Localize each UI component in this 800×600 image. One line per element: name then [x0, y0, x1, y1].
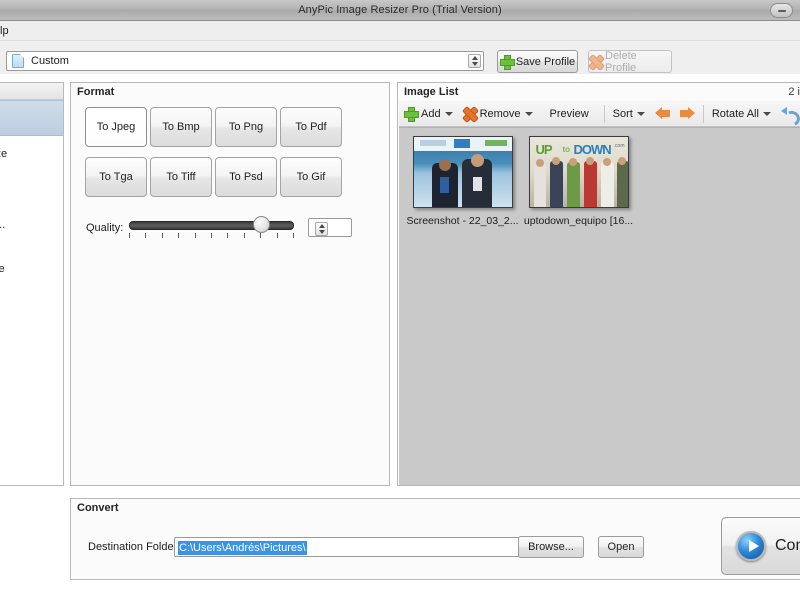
convert-panel: Convert Destination Folder: C:\Users\And… [70, 498, 800, 580]
preview-button[interactable]: Preview [538, 101, 601, 127]
thumbnail-caption: Screenshot - 22_03_2... [406, 215, 519, 227]
quality-spinner[interactable] [315, 222, 328, 236]
rotate-all-label: Rotate All [711, 107, 759, 120]
toolbar-separator [702, 104, 704, 123]
image-count-label: 2 i [788, 86, 800, 98]
minimize-button[interactable] [770, 3, 793, 18]
format-button-jpeg[interactable]: To Jpeg [85, 107, 147, 147]
sidebar-item-sharpness[interactable]: ness: None [0, 261, 63, 278]
thumbnail-art [413, 137, 512, 207]
profile-combo-value: Custom [31, 55, 69, 67]
sidebar-selected-group[interactable]: ts eg [0, 100, 63, 136]
sidebar-item-original-size[interactable]: original size [0, 146, 63, 163]
thumbnail-image[interactable] [412, 136, 513, 208]
sidebar-section-effect-options: tions [0, 244, 63, 261]
settings-sidebar: Common ts eg original size mark e nal Na… [0, 82, 64, 486]
orange-x-icon [589, 55, 602, 68]
format-button-tga[interactable]: To Tga [85, 157, 147, 197]
arrow-right-icon [679, 107, 695, 120]
sidebar-header: Common [0, 83, 63, 100]
chevron-down-icon[interactable] [444, 111, 453, 116]
list-item[interactable]: Screenshot - 22_03_2... [405, 136, 520, 227]
destination-folder-label: Destination Folder: [88, 541, 181, 553]
thumbnail-image[interactable]: UP to DOWN .com [528, 136, 629, 208]
profile-combo-spinner[interactable] [468, 54, 481, 68]
format-button-png[interactable]: To Png [215, 107, 277, 147]
format-button-psd[interactable]: To Psd [215, 157, 277, 197]
document-icon [12, 54, 24, 68]
format-panel-title: Format [77, 86, 115, 98]
app-window: AnyPic Image Resizer Pro (Trial Version)… [0, 0, 800, 600]
chevron-up-icon [318, 224, 325, 228]
chevron-down-icon[interactable] [636, 111, 645, 116]
sidebar-section-filename: e [0, 200, 63, 217]
quality-value-field[interactable]: 80 [308, 218, 352, 237]
play-circle-icon [736, 531, 766, 561]
destination-folder-value: C:\Users\Andrés\Pictures\ [178, 541, 307, 555]
format-button-gif[interactable]: To Gif [280, 157, 342, 197]
browse-button[interactable]: Browse... [518, 536, 584, 558]
chevron-down-icon [318, 230, 325, 234]
rotate-icon [780, 106, 796, 121]
menu-item-help[interactable]: lp [0, 24, 13, 38]
chevron-down-icon [471, 62, 478, 66]
format-button-tiff[interactable]: To Tiff [150, 157, 212, 197]
quality-slider-handle[interactable] [253, 216, 270, 233]
image-list-panel: Image List 2 i Add Remove Preview Sort R… [397, 82, 800, 486]
thumbnail-art: UP to DOWN .com [529, 137, 628, 207]
quality-label: Quality: [86, 222, 124, 234]
convert-button[interactable]: Conve [721, 517, 800, 575]
toolbar-separator [603, 104, 605, 123]
window-title: AnyPic Image Resizer Pro (Trial Version) [298, 4, 502, 16]
sort-label: Sort [612, 107, 633, 120]
sort-button[interactable]: Sort [608, 101, 650, 127]
preview-label: Preview [549, 107, 589, 120]
image-list-toolbar: Add Remove Preview Sort Rotate All [399, 101, 800, 127]
quality-slider-ticks [129, 233, 294, 240]
sidebar-item-eg[interactable]: eg [0, 118, 63, 135]
chevron-down-icon[interactable] [762, 111, 771, 116]
format-panel: Format To Jpeg To Bmp To Png To Pdf To T… [70, 82, 390, 486]
title-bar: AnyPic Image Resizer Pro (Trial Version) [0, 0, 800, 21]
format-button-bmp[interactable]: To Bmp [150, 107, 212, 147]
move-left-button[interactable] [650, 101, 675, 127]
open-button[interactable]: Open [598, 536, 644, 558]
rotate-all-button[interactable]: Rotate All [707, 101, 776, 127]
rotate-button[interactable] [776, 101, 800, 127]
add-button[interactable]: Add [399, 101, 458, 127]
convert-label: Conve [775, 537, 800, 554]
thumbnail-caption: uptodown_equipo [16... [523, 215, 634, 227]
save-profile-label: Save Profile [515, 55, 576, 68]
image-list-canvas[interactable]: Screenshot - 22_03_2... UPtoDOWN.com [399, 127, 800, 485]
green-plus-icon [404, 107, 419, 122]
orange-x-icon [463, 107, 476, 120]
sidebar-item-ts[interactable]: ts [0, 101, 63, 118]
menu-bar: lp [0, 21, 800, 41]
format-button-pdf[interactable]: To Pdf [280, 107, 342, 147]
sidebar-item-original-name[interactable]: nal Name... [0, 217, 63, 234]
profile-combo[interactable]: Custom [6, 51, 484, 71]
green-plus-icon [499, 55, 515, 70]
remove-button[interactable]: Remove [458, 101, 538, 127]
convert-panel-title: Convert [77, 502, 119, 514]
chevron-up-icon [471, 56, 478, 60]
save-profile-button[interactable]: Save Profile [497, 50, 578, 73]
chevron-down-icon[interactable] [524, 111, 533, 116]
sidebar-item-watermark[interactable]: mark [0, 163, 63, 180]
minimize-icon [777, 9, 786, 12]
image-list-title: Image List [404, 86, 459, 98]
delete-profile-button[interactable]: Delete Profile [588, 49, 672, 74]
list-item[interactable]: UP to DOWN .com uptodown_equipo [16... [521, 136, 636, 227]
arrow-left-icon [654, 107, 670, 120]
move-right-button[interactable] [675, 101, 700, 127]
remove-label: Remove [479, 107, 521, 120]
add-label: Add [421, 107, 441, 120]
delete-profile-label: Delete Profile [605, 49, 637, 74]
